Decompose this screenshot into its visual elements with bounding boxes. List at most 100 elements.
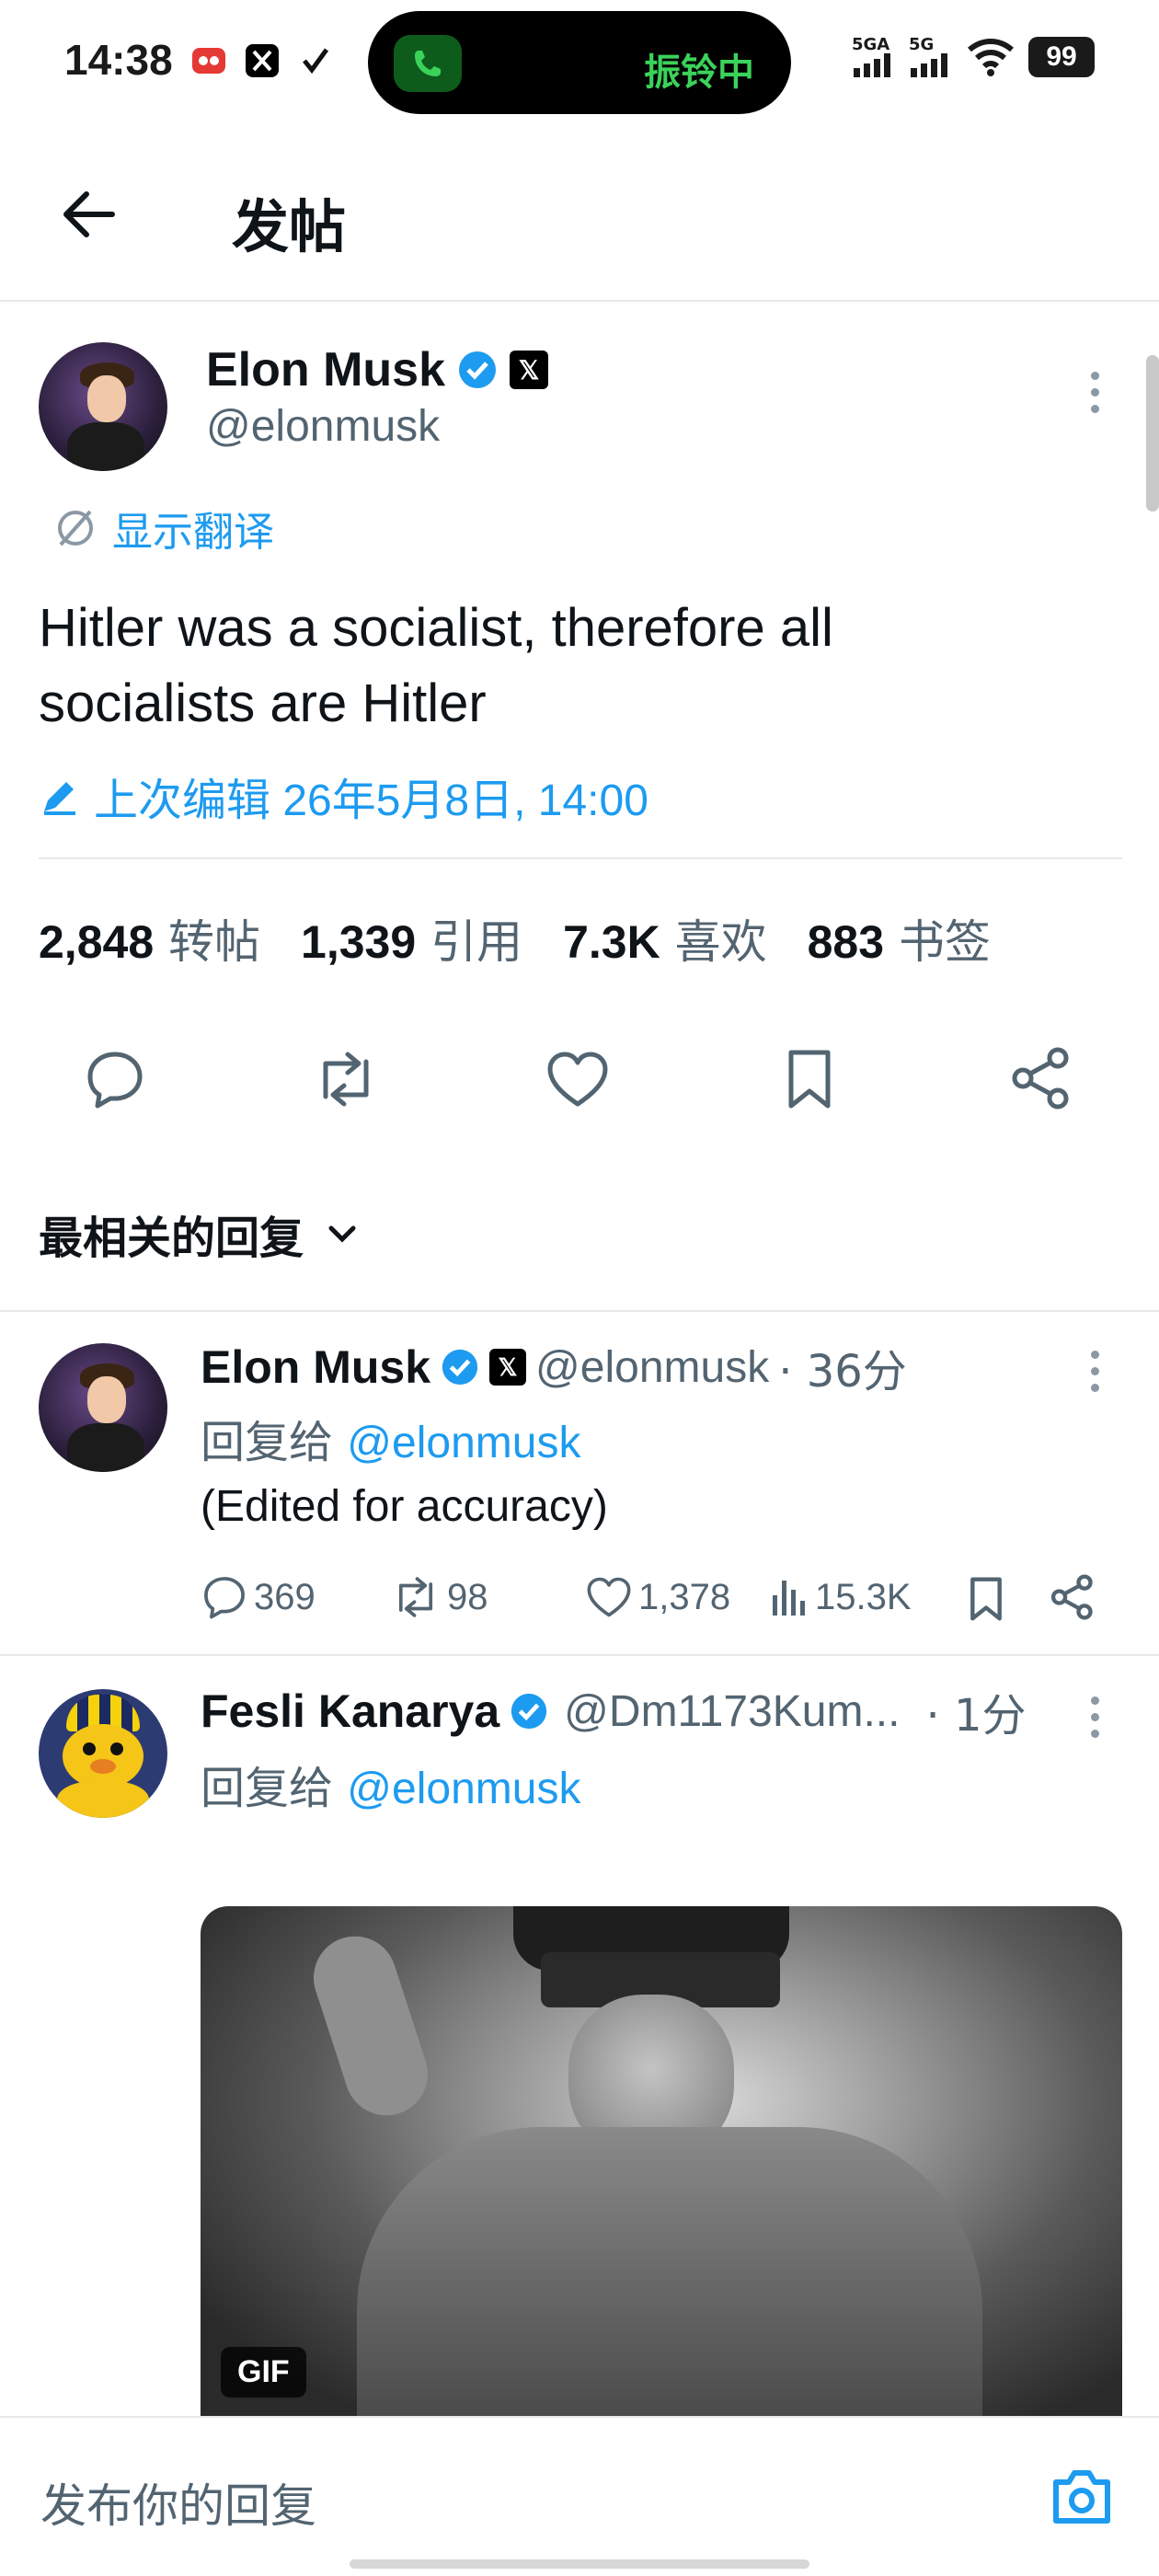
- more-options-icon[interactable]: [1089, 372, 1100, 421]
- status-bar: 14:38 振铃中 5GA 5G 99: [0, 0, 1159, 129]
- top-bar: 发帖: [0, 138, 1159, 302]
- call-status-text: 振铃中: [644, 52, 754, 94]
- post-text-line: socialists are Hitler: [39, 673, 487, 733]
- divider: [0, 1654, 1159, 1656]
- reply-author-name[interactable]: Elon Musk: [201, 1340, 430, 1394]
- divider: [39, 857, 1122, 859]
- bookmarks-count: 883: [807, 916, 885, 968]
- repost-count: 98: [447, 1576, 488, 1617]
- share-icon[interactable]: [1049, 1573, 1096, 1621]
- notification-icons: [189, 40, 336, 81]
- reply-composer: 发布你的回复: [0, 2416, 1159, 2576]
- likes-count: 7.3K: [563, 916, 660, 968]
- page-title: 发帖: [232, 193, 347, 260]
- like-icon[interactable]: [545, 1047, 611, 1111]
- edit-pencil-icon: [44, 782, 75, 815]
- reply-header: Elon Musk 𝕏 @elonmusk · 36分: [201, 1340, 907, 1397]
- avatar[interactable]: [39, 1343, 167, 1472]
- home-indicator[interactable]: [350, 2559, 809, 2569]
- repost-icon[interactable]: [311, 1047, 381, 1111]
- x-app-notification-icon: [242, 40, 282, 81]
- reply-to-handle[interactable]: @elonmusk: [347, 1765, 580, 1813]
- author-name[interactable]: Elon Musk: [206, 342, 445, 397]
- gif-media[interactable]: GIF: [201, 1906, 1122, 2416]
- reply-repost-button[interactable]: 98: [390, 1573, 488, 1621]
- stat-reposts[interactable]: 2,848 转帖: [39, 905, 260, 972]
- reply-author-name[interactable]: Fesli Kanarya: [201, 1685, 499, 1738]
- status-time: 14:38: [64, 36, 173, 84]
- scrollbar[interactable]: [1146, 355, 1159, 512]
- reposts-label: 转帖: [168, 915, 261, 969]
- quotes-label: 引用: [430, 915, 523, 969]
- phone-icon: [394, 35, 462, 92]
- reply-icon[interactable]: [83, 1047, 147, 1111]
- reply-to-prefix: 回复给: [201, 1417, 334, 1468]
- translate-button[interactable]: 显示翻译: [53, 499, 274, 558]
- reply-sort-label: 最相关的回复: [39, 1213, 304, 1264]
- repost-icon: [398, 1577, 433, 1617]
- signal-5g-icon: 5G: [909, 37, 953, 77]
- like-icon: [587, 1577, 631, 1617]
- signal-5ga-icon: 5GA: [852, 37, 896, 77]
- divider: [0, 1310, 1159, 1312]
- x-affiliation-icon: 𝕏: [510, 351, 549, 389]
- reply-like-button[interactable]: 1,378: [585, 1573, 730, 1621]
- avatar[interactable]: [39, 342, 167, 471]
- system-status-icons: 5GA 5G 99: [852, 37, 1095, 77]
- edited-label: 上次编辑 26年5月8日, 14:00: [94, 776, 648, 825]
- reply-icon: [204, 1577, 245, 1619]
- reply-to-prefix: 回复给: [201, 1763, 334, 1814]
- reply-time: · 1分: [925, 1690, 1027, 1742]
- comment-count: 369: [254, 1576, 316, 1617]
- x-affiliation-icon: 𝕏: [489, 1349, 527, 1386]
- more-options-icon[interactable]: [1089, 1696, 1100, 1746]
- reply-sort-dropdown[interactable]: 最相关的回复: [39, 1202, 361, 1266]
- translate-label: 显示翻译: [112, 509, 274, 556]
- reply-header: Fesli Kanarya @Dm1173Kum... · 1分: [201, 1684, 1027, 1742]
- bookmark-icon[interactable]: [782, 1047, 837, 1111]
- wifi-icon: [968, 39, 1014, 76]
- back-arrow-icon: [63, 191, 115, 237]
- translate-icon: [58, 510, 93, 546]
- edited-indicator[interactable]: 上次编辑 26年5月8日, 14:00: [39, 764, 648, 828]
- share-icon[interactable]: [1008, 1045, 1074, 1111]
- reply-author-handle[interactable]: @elonmusk: [535, 1342, 769, 1393]
- gif-label: GIF: [221, 2347, 306, 2398]
- stat-bookmarks[interactable]: 883 书签: [808, 905, 991, 972]
- quotes-count: 1,339: [301, 916, 417, 968]
- chevron-down-icon: [328, 1225, 356, 1243]
- reply-text: (Edited for accuracy): [201, 1482, 608, 1531]
- views-icon: [773, 1581, 805, 1616]
- author-handle[interactable]: @elonmusk: [206, 401, 440, 452]
- dynamic-island-call[interactable]: 振铃中: [368, 11, 791, 114]
- like-count: 1,378: [638, 1576, 731, 1617]
- reposts-count: 2,848: [39, 916, 155, 968]
- back-button[interactable]: [57, 182, 121, 247]
- stat-quotes[interactable]: 1,339 引用: [301, 905, 522, 972]
- post-text: Hitler was a socialist, therefore all so…: [39, 591, 833, 742]
- check-notification-icon: [295, 40, 336, 81]
- reply-to-handle[interactable]: @elonmusk: [347, 1419, 580, 1467]
- avatar[interactable]: [39, 1689, 167, 1818]
- app-notification-icon: [189, 40, 229, 81]
- reply-input[interactable]: 发布你的回复: [40, 2469, 316, 2536]
- verified-badge-icon: [511, 1693, 547, 1730]
- stat-likes[interactable]: 7.3K 喜欢: [563, 905, 767, 972]
- verified-badge-icon: [442, 1349, 478, 1386]
- bookmarks-label: 书签: [898, 915, 991, 969]
- reply-time: · 36分: [778, 1346, 907, 1397]
- reply-views-button[interactable]: 15.3K: [769, 1573, 912, 1621]
- verified-badge-icon: [459, 351, 497, 388]
- bookmark-icon[interactable]: [966, 1575, 1006, 1623]
- battery-indicator: 99: [1028, 37, 1095, 77]
- more-options-icon[interactable]: [1089, 1351, 1100, 1400]
- post-text-line: Hitler was a socialist, therefore all: [39, 598, 833, 658]
- reply-comment-button[interactable]: 369: [201, 1573, 316, 1621]
- reply-author-handle[interactable]: @Dm1173Kum...: [564, 1686, 900, 1737]
- reply-to: 回复给 @elonmusk: [201, 1406, 580, 1470]
- post-stats: 2,848 转帖 1,339 引用 7.3K 喜欢 883 书签: [39, 905, 991, 972]
- author-row: Elon Musk 𝕏: [206, 342, 549, 397]
- camera-icon[interactable]: [1049, 2466, 1115, 2528]
- views-count: 15.3K: [815, 1576, 912, 1617]
- likes-label: 喜欢: [674, 915, 767, 969]
